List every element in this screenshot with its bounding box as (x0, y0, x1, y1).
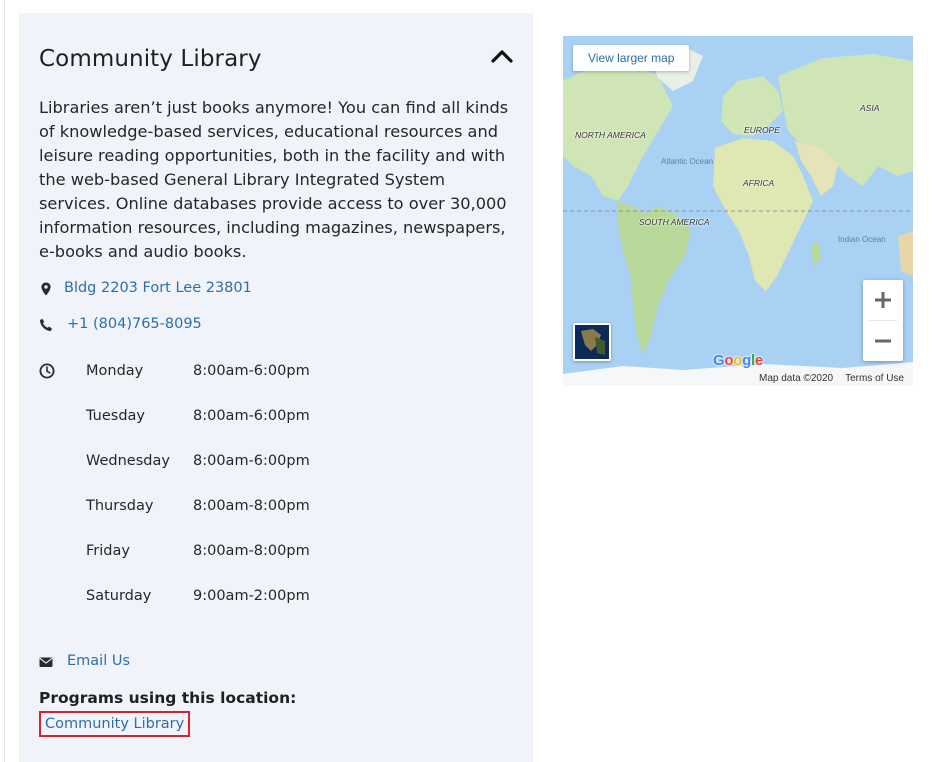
hours-time: 8:00am-6:00pm (193, 363, 310, 379)
hours-day: Tuesday (86, 408, 145, 424)
minus-icon (875, 339, 891, 343)
google-logo: Google (713, 352, 763, 369)
map-data-credit: Map data ©2020 (759, 372, 834, 384)
program-link-community-library[interactable]: Community Library (45, 716, 184, 732)
zoom-in-button[interactable] (863, 280, 903, 320)
map-label-asia: ASIA (860, 103, 880, 113)
map-label-atlantic-ocean: Atlantic Ocean (661, 157, 714, 166)
hours-time: 8:00am-6:00pm (193, 453, 310, 469)
map-label-south-america: SOUTH AMERICA (639, 217, 710, 227)
hours-day: Saturday (86, 588, 152, 604)
zoom-controls (863, 280, 903, 361)
hours-day: Friday (86, 543, 130, 559)
hours-time: 8:00am-8:00pm (193, 498, 310, 514)
map-label-europe: EUROPE (744, 125, 780, 135)
address-link[interactable]: Bldg 2203 Fort Lee 23801 (64, 280, 252, 296)
map-label-indian-ocean: Indian Ocean (838, 235, 886, 244)
view-larger-map-button[interactable]: View larger map (573, 45, 690, 71)
plus-icon (875, 292, 891, 308)
phone-icon (40, 318, 52, 331)
program-link-highlight: Community Library (39, 711, 191, 737)
map-attribution: Map data ©2020 Terms of Use (753, 370, 910, 386)
clock-icon (39, 363, 55, 379)
hours-time: 8:00am-8:00pm (193, 543, 310, 559)
terms-of-use-link[interactable]: Terms of Use (845, 373, 904, 384)
programs-heading: Programs using this location: (39, 689, 297, 707)
location-card: Community Library Libraries aren’t just … (19, 13, 533, 762)
hours-day: Monday (86, 363, 144, 379)
satellite-thumbnail-icon (575, 325, 609, 359)
hours-day: Wednesday (86, 453, 170, 469)
map-label-north-america: NORTH AMERICA (575, 130, 646, 140)
location-map[interactable]: NORTH AMERICA EUROPE ASIA AFRICA SOUTH A… (563, 36, 913, 386)
chevron-up-icon (491, 50, 513, 63)
hours-time: 9:00am-2:00pm (193, 588, 310, 604)
collapse-button[interactable] (489, 46, 515, 66)
hours-day: Thursday (86, 498, 154, 514)
phone-link[interactable]: +1 (804)765-8095 (67, 316, 202, 332)
page-left-border (4, 0, 5, 762)
location-title: Community Library (39, 46, 262, 72)
satellite-view-button[interactable] (573, 323, 611, 361)
email-link[interactable]: Email Us (67, 653, 130, 669)
map-pin-icon (41, 282, 51, 296)
map-label-africa: AFRICA (743, 178, 775, 188)
hours-time: 8:00am-6:00pm (193, 408, 310, 424)
location-description: Libraries aren’t just books anymore! You… (39, 98, 509, 261)
zoom-out-button[interactable] (863, 321, 903, 361)
world-map-graphic (563, 36, 913, 386)
envelope-icon (39, 657, 53, 667)
